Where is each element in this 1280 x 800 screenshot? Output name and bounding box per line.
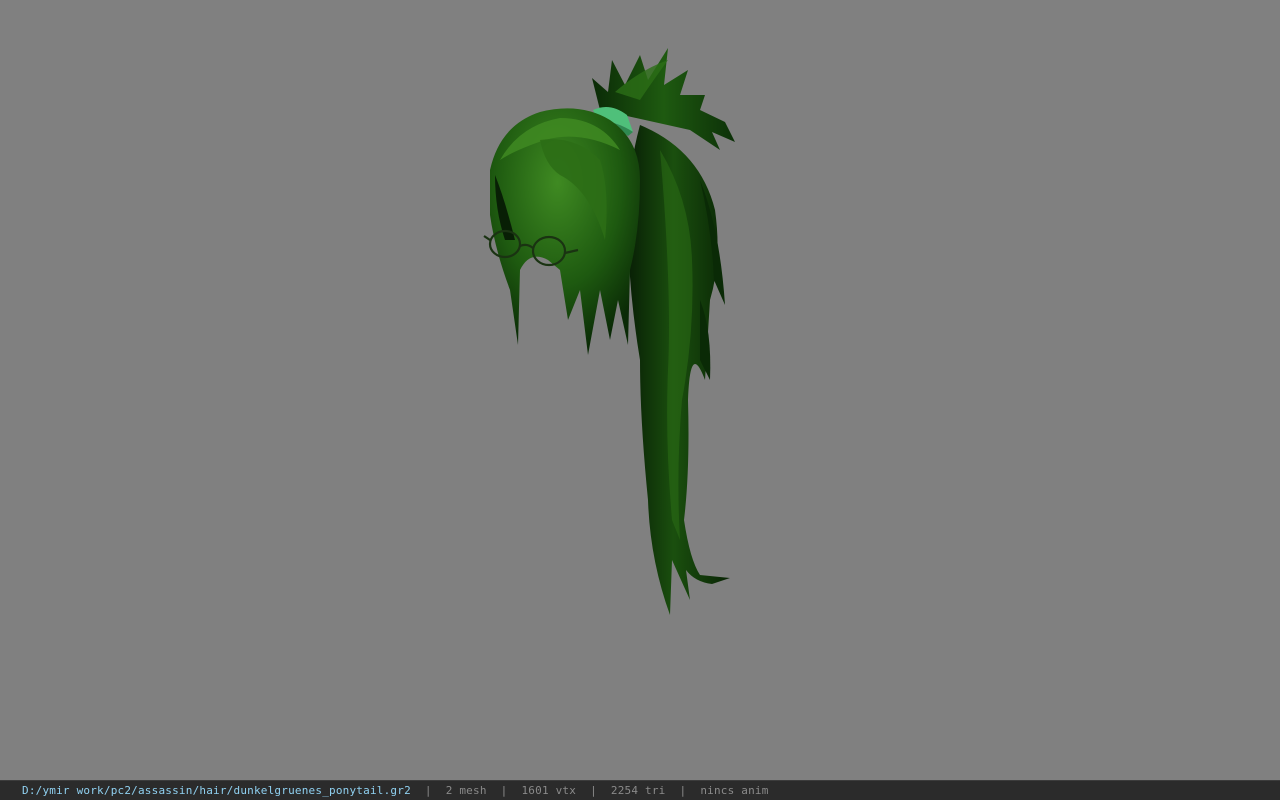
separator: |: [500, 784, 508, 797]
status-bar: D:/ymir work/pc2/assassin/hair/dunkelgru…: [0, 780, 1280, 800]
triangle-count-label: 2254 tri: [610, 784, 666, 797]
hair-model-render[interactable]: [0, 0, 1280, 780]
separator: |: [679, 784, 687, 797]
3d-viewport[interactable]: [0, 0, 1280, 780]
vertex-count-label: 1601 vtx: [521, 784, 577, 797]
mesh-count-label: 2 mesh: [445, 784, 487, 797]
separator: |: [424, 784, 432, 797]
file-path-label: D:/ymir work/pc2/assassin/hair/dunkelgru…: [22, 784, 411, 797]
ponytail-tail: [627, 125, 730, 615]
separator: |: [590, 784, 597, 797]
animation-status-label: nincs anim: [700, 784, 769, 797]
